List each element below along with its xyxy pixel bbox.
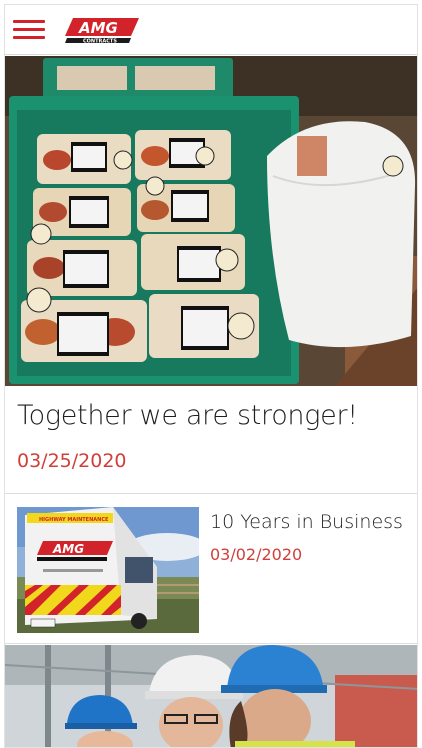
page-frame: AMG CONTRACTS Together we are stronger! … [4, 4, 418, 748]
post-title[interactable]: 10 Years in Business [210, 511, 403, 533]
post-date: 03/25/2020 [17, 450, 127, 472]
amg-logo[interactable]: AMG CONTRACTS [65, 16, 139, 45]
divider [5, 643, 417, 644]
site-header: AMG CONTRACTS [5, 5, 417, 55]
divider [5, 493, 417, 494]
hamburger-menu-icon[interactable] [13, 19, 45, 41]
svg-text:CONTRACTS: CONTRACTS [83, 39, 117, 45]
post-image-amg-van[interactable]: HIGHWAY MAINTENANCE AMG [17, 507, 199, 633]
post-image-food-trays[interactable] [5, 56, 417, 386]
svg-text:AMG: AMG [52, 542, 84, 556]
post-image-hardhat-workers[interactable] [5, 645, 417, 747]
post-date: 03/02/2020 [210, 545, 303, 564]
svg-text:HIGHWAY MAINTENANCE: HIGHWAY MAINTENANCE [39, 517, 109, 523]
post-title[interactable]: Together we are stronger! [17, 400, 358, 431]
svg-text:AMG: AMG [78, 19, 118, 37]
